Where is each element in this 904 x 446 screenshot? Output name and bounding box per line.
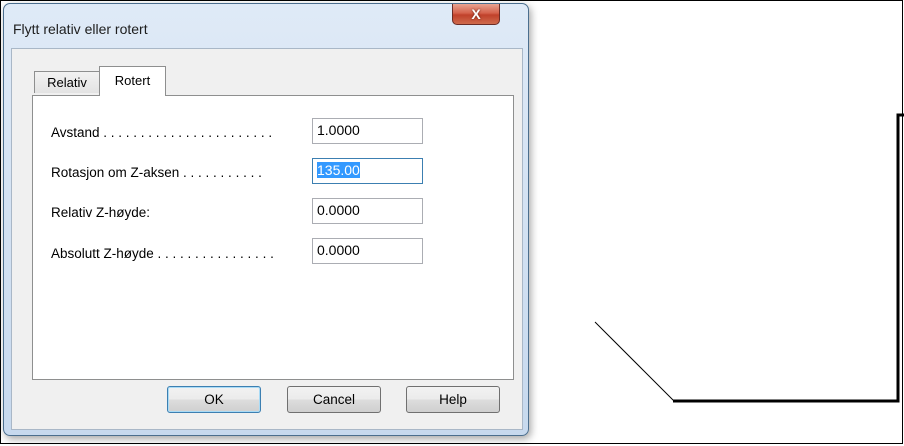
help-button[interactable]: Help <box>406 386 500 413</box>
avstand-label: Avstand . . . . . . . . . . . . . . . . … <box>51 125 273 140</box>
absolutt-z-input[interactable]: 0.0000 <box>312 238 423 264</box>
dialog-body: Relativ Rotert Avstand . . . . . . . . .… <box>11 48 523 430</box>
rotasjon-value: 135.00 <box>317 162 360 178</box>
absolutt-z-value: 0.0000 <box>317 242 360 258</box>
move-dialog: Flytt relativ eller rotert X Relativ Rot… <box>3 3 529 436</box>
cancel-button[interactable]: Cancel <box>287 386 381 413</box>
title-bar[interactable]: Flytt relativ eller rotert X <box>4 4 528 48</box>
ok-button[interactable]: OK <box>167 386 261 413</box>
avstand-input[interactable]: 1.0000 <box>312 118 423 144</box>
rotasjon-input[interactable]: 135.00 <box>312 158 423 184</box>
thick-polyline <box>673 113 904 403</box>
dialog-title: Flytt relativ eller rotert <box>13 21 148 37</box>
relativ-z-input[interactable]: 0.0000 <box>312 198 423 224</box>
tab-relativ[interactable]: Relativ <box>34 71 100 93</box>
relativ-z-value: 0.0000 <box>317 202 360 218</box>
avstand-value: 1.0000 <box>317 122 360 138</box>
relativ-z-label: Relativ Z-høyde: <box>51 205 151 220</box>
tab-rotert[interactable]: Rotert <box>99 66 166 96</box>
close-icon: X <box>471 6 481 22</box>
rotasjon-label: Rotasjon om Z-aksen . . . . . . . . . . … <box>51 165 262 180</box>
tab-panel-rotert: Avstand . . . . . . . . . . . . . . . . … <box>32 95 514 380</box>
close-button[interactable]: X <box>452 4 500 25</box>
diagonal-line <box>594 321 675 402</box>
absolutt-z-label: Absolutt Z-høyde . . . . . . . . . . . .… <box>51 246 274 261</box>
